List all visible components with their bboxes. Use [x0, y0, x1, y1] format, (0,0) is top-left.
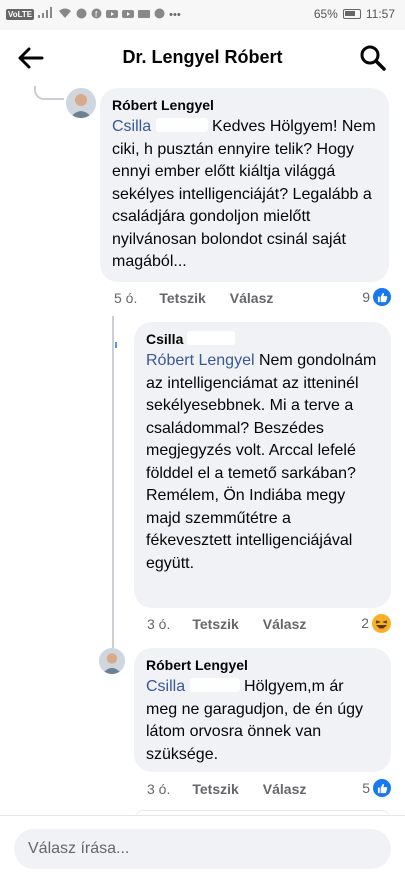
like-button[interactable]: Tetszik [192, 781, 238, 797]
reaction-count: 5 [362, 780, 370, 796]
reply-input[interactable]: Válasz írása... [14, 829, 391, 869]
reaction-count: 9 [362, 289, 370, 305]
mail-icon [138, 8, 151, 22]
like-button[interactable]: Tetszik [192, 616, 238, 632]
youtube-icon [122, 8, 135, 22]
status-bar: VoLTE f ••• 65% 11:57 [0, 0, 405, 30]
comment-bubble[interactable]: Csilla Róbert Lengyel Nem gondolnám az i… [134, 322, 391, 608]
comment-time[interactable]: 5 ó. [114, 290, 137, 306]
mention-link[interactable]: Róbert Lengyel [146, 352, 255, 369]
signal-icon [38, 7, 54, 22]
avatar[interactable] [66, 88, 96, 118]
thread-line [112, 316, 114, 664]
like-button[interactable]: Tetszik [159, 290, 205, 306]
haha-icon [372, 613, 391, 633]
mention-link[interactable]: Csilla [146, 678, 185, 695]
comment-author[interactable]: Csilla [146, 330, 379, 348]
redaction [187, 331, 236, 345]
comment-bubble[interactable]: Róbert Lengyel Csilla Kedves Hölgyem! Ne… [100, 88, 389, 282]
reply-button[interactable]: Válasz [263, 616, 307, 632]
header: Dr. Lengyel Róbert [0, 30, 405, 86]
like-icon [373, 779, 391, 797]
search-icon[interactable] [359, 44, 387, 72]
reply-button[interactable]: Válasz [263, 781, 307, 797]
comment-actions: 3 ó. Tetszik Válasz [147, 614, 330, 634]
wifi-icon [58, 8, 72, 22]
thread-connector [34, 86, 64, 100]
youtube-icon [106, 8, 119, 22]
redaction [189, 678, 240, 692]
avatar[interactable] [99, 648, 125, 674]
facebook-icon: f [91, 8, 102, 22]
comment-bubble[interactable]: Róbert Lengyel Csilla Hölgyem,m ár meg n… [134, 648, 391, 772]
reaction-count: 2 [361, 615, 369, 631]
comment-actions: 3 ó. Tetszik Válasz [147, 779, 330, 799]
comment-text: Csilla Hölgyem,m ár meg ne garagudjon, d… [146, 678, 364, 763]
globe-icon [154, 8, 165, 22]
avatar [112, 336, 120, 348]
reply-bar: Válasz írása... [0, 815, 405, 878]
messenger-icon [76, 8, 87, 22]
clock: 11:57 [365, 7, 395, 21]
page-title: Dr. Lengyel Róbert [122, 47, 283, 67]
comment-time[interactable]: 3 ó. [147, 616, 170, 632]
comment-author[interactable]: Róbert Lengyel [112, 96, 377, 114]
reaction-summary[interactable]: 9 [362, 287, 391, 307]
reaction-summary[interactable]: 2 [361, 613, 391, 633]
comment-author[interactable]: Róbert Lengyel [146, 656, 379, 674]
reaction-summary[interactable]: 5 [362, 778, 391, 798]
more-dots-icon: ••• [169, 8, 181, 21]
comment-actions: 5 ó. Tetszik Válasz [114, 288, 297, 308]
mention-link[interactable]: Csilla [112, 118, 151, 135]
comment-time[interactable]: 3 ó. [147, 781, 170, 797]
like-icon [373, 288, 391, 306]
volte-badge: VoLTE [6, 9, 35, 20]
redaction [155, 118, 208, 132]
battery-percent: 65% [313, 7, 338, 21]
comment-text: Róbert Lengyel Nem gondolnám az intellig… [146, 352, 377, 572]
battery-icon [342, 9, 361, 19]
reply-button[interactable]: Válasz [230, 290, 274, 306]
comment-text: Csilla Kedves Hölgyem! Nem ciki, h puszt… [112, 118, 376, 270]
